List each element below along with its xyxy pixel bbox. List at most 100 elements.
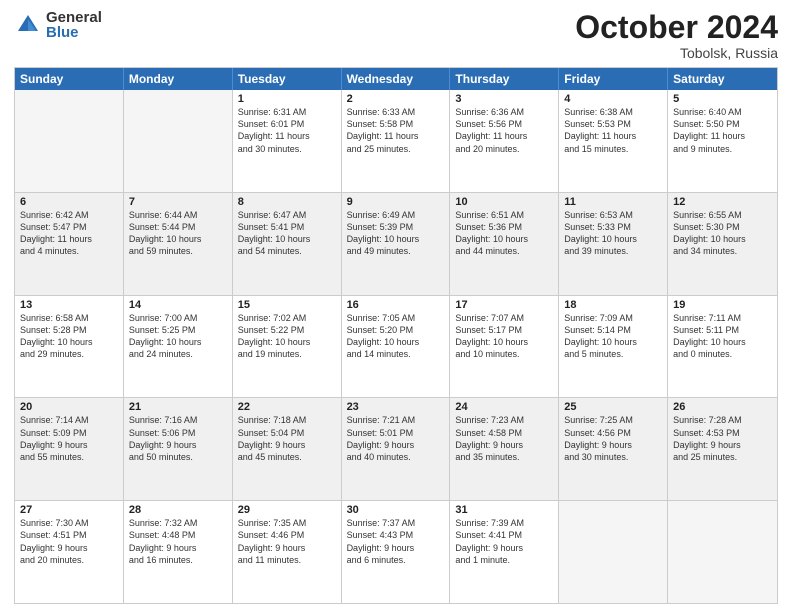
sunset-text: Sunset: 5:56 PM	[455, 118, 553, 130]
day-cell-17: 17Sunrise: 7:07 AMSunset: 5:17 PMDayligh…	[450, 296, 559, 398]
daylight-text-2: and 16 minutes.	[129, 554, 227, 566]
sunrise-text: Sunrise: 7:16 AM	[129, 414, 227, 426]
daylight-text: Daylight: 9 hours	[129, 542, 227, 554]
header-cell-tuesday: Tuesday	[233, 68, 342, 90]
empty-cell	[124, 90, 233, 192]
day-cell-27: 27Sunrise: 7:30 AMSunset: 4:51 PMDayligh…	[15, 501, 124, 603]
daylight-text-2: and 6 minutes.	[347, 554, 445, 566]
day-number: 6	[20, 196, 118, 208]
sunrise-text: Sunrise: 6:53 AM	[564, 209, 662, 221]
daylight-text: Daylight: 10 hours	[238, 336, 336, 348]
daylight-text-2: and 20 minutes.	[20, 554, 118, 566]
day-cell-26: 26Sunrise: 7:28 AMSunset: 4:53 PMDayligh…	[668, 398, 777, 500]
daylight-text: Daylight: 10 hours	[347, 336, 445, 348]
daylight-text: Daylight: 10 hours	[455, 233, 553, 245]
sunrise-text: Sunrise: 7:02 AM	[238, 312, 336, 324]
day-number: 18	[564, 299, 662, 311]
day-number: 16	[347, 299, 445, 311]
daylight-text-2: and 30 minutes.	[564, 451, 662, 463]
daylight-text: Daylight: 9 hours	[238, 542, 336, 554]
sunrise-text: Sunrise: 7:35 AM	[238, 517, 336, 529]
day-cell-3: 3Sunrise: 6:36 AMSunset: 5:56 PMDaylight…	[450, 90, 559, 192]
calendar: SundayMondayTuesdayWednesdayThursdayFrid…	[14, 67, 778, 604]
daylight-text-2: and 5 minutes.	[564, 348, 662, 360]
daylight-text-2: and 20 minutes.	[455, 143, 553, 155]
sunset-text: Sunset: 5:17 PM	[455, 324, 553, 336]
day-cell-22: 22Sunrise: 7:18 AMSunset: 5:04 PMDayligh…	[233, 398, 342, 500]
day-cell-21: 21Sunrise: 7:16 AMSunset: 5:06 PMDayligh…	[124, 398, 233, 500]
sunrise-text: Sunrise: 7:32 AM	[129, 517, 227, 529]
sunrise-text: Sunrise: 7:23 AM	[455, 414, 553, 426]
sunrise-text: Sunrise: 7:14 AM	[20, 414, 118, 426]
sunset-text: Sunset: 5:28 PM	[20, 324, 118, 336]
day-number: 21	[129, 401, 227, 413]
calendar-body: 1Sunrise: 6:31 AMSunset: 6:01 PMDaylight…	[15, 90, 777, 603]
daylight-text: Daylight: 10 hours	[238, 233, 336, 245]
header-cell-sunday: Sunday	[15, 68, 124, 90]
daylight-text-2: and 49 minutes.	[347, 245, 445, 257]
daylight-text: Daylight: 10 hours	[564, 336, 662, 348]
logo-text: General Blue	[46, 10, 102, 40]
day-number: 14	[129, 299, 227, 311]
day-cell-29: 29Sunrise: 7:35 AMSunset: 4:46 PMDayligh…	[233, 501, 342, 603]
logo: General Blue	[14, 10, 102, 40]
sunset-text: Sunset: 5:09 PM	[20, 427, 118, 439]
day-cell-15: 15Sunrise: 7:02 AMSunset: 5:22 PMDayligh…	[233, 296, 342, 398]
daylight-text: Daylight: 9 hours	[129, 439, 227, 451]
daylight-text: Daylight: 9 hours	[347, 542, 445, 554]
sunset-text: Sunset: 5:30 PM	[673, 221, 772, 233]
sunrise-text: Sunrise: 7:21 AM	[347, 414, 445, 426]
daylight-text: Daylight: 11 hours	[238, 130, 336, 142]
day-number: 15	[238, 299, 336, 311]
calendar-row-5: 27Sunrise: 7:30 AMSunset: 4:51 PMDayligh…	[15, 500, 777, 603]
daylight-text-2: and 30 minutes.	[238, 143, 336, 155]
daylight-text: Daylight: 9 hours	[564, 439, 662, 451]
header-cell-monday: Monday	[124, 68, 233, 90]
daylight-text: Daylight: 9 hours	[20, 439, 118, 451]
day-cell-1: 1Sunrise: 6:31 AMSunset: 6:01 PMDaylight…	[233, 90, 342, 192]
day-cell-5: 5Sunrise: 6:40 AMSunset: 5:50 PMDaylight…	[668, 90, 777, 192]
day-number: 26	[673, 401, 772, 413]
empty-cell	[559, 501, 668, 603]
daylight-text-2: and 11 minutes.	[238, 554, 336, 566]
day-number: 24	[455, 401, 553, 413]
empty-cell	[668, 501, 777, 603]
subtitle: Tobolsk, Russia	[575, 45, 778, 61]
daylight-text: Daylight: 9 hours	[455, 439, 553, 451]
sunrise-text: Sunrise: 6:47 AM	[238, 209, 336, 221]
sunrise-text: Sunrise: 7:07 AM	[455, 312, 553, 324]
sunrise-text: Sunrise: 6:55 AM	[673, 209, 772, 221]
daylight-text-2: and 4 minutes.	[20, 245, 118, 257]
sunrise-text: Sunrise: 6:51 AM	[455, 209, 553, 221]
sunset-text: Sunset: 5:39 PM	[347, 221, 445, 233]
header-cell-wednesday: Wednesday	[342, 68, 451, 90]
daylight-text-2: and 25 minutes.	[673, 451, 772, 463]
daylight-text-2: and 9 minutes.	[673, 143, 772, 155]
daylight-text-2: and 1 minute.	[455, 554, 553, 566]
day-number: 12	[673, 196, 772, 208]
day-number: 17	[455, 299, 553, 311]
day-cell-12: 12Sunrise: 6:55 AMSunset: 5:30 PMDayligh…	[668, 193, 777, 295]
day-cell-30: 30Sunrise: 7:37 AMSunset: 4:43 PMDayligh…	[342, 501, 451, 603]
day-number: 4	[564, 93, 662, 105]
sunset-text: Sunset: 5:33 PM	[564, 221, 662, 233]
daylight-text: Daylight: 9 hours	[455, 542, 553, 554]
sunset-text: Sunset: 5:25 PM	[129, 324, 227, 336]
day-cell-28: 28Sunrise: 7:32 AMSunset: 4:48 PMDayligh…	[124, 501, 233, 603]
sunset-text: Sunset: 5:14 PM	[564, 324, 662, 336]
day-number: 30	[347, 504, 445, 516]
sunrise-text: Sunrise: 6:40 AM	[673, 106, 772, 118]
daylight-text: Daylight: 11 hours	[20, 233, 118, 245]
day-cell-2: 2Sunrise: 6:33 AMSunset: 5:58 PMDaylight…	[342, 90, 451, 192]
day-number: 10	[455, 196, 553, 208]
daylight-text-2: and 44 minutes.	[455, 245, 553, 257]
day-number: 13	[20, 299, 118, 311]
day-number: 19	[673, 299, 772, 311]
daylight-text-2: and 15 minutes.	[564, 143, 662, 155]
day-number: 29	[238, 504, 336, 516]
day-cell-20: 20Sunrise: 7:14 AMSunset: 5:09 PMDayligh…	[15, 398, 124, 500]
sunset-text: Sunset: 5:58 PM	[347, 118, 445, 130]
sunrise-text: Sunrise: 6:33 AM	[347, 106, 445, 118]
sunrise-text: Sunrise: 7:25 AM	[564, 414, 662, 426]
sunset-text: Sunset: 4:51 PM	[20, 529, 118, 541]
